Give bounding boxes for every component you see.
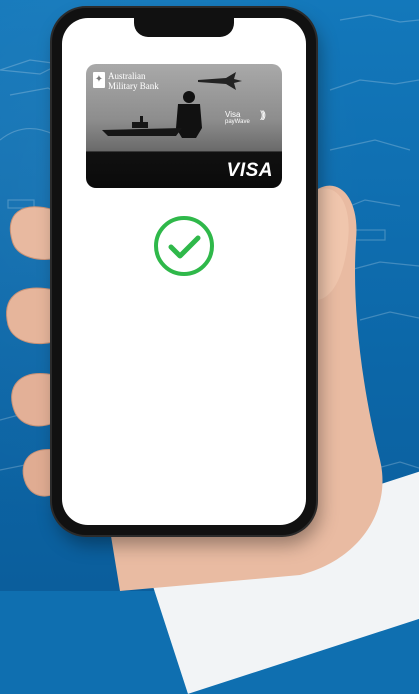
smartphone: ✦ Australian Military Bank Visa payWave … [52,8,316,535]
ship-silhouette-icon [102,116,182,136]
bank-logo-icon: ✦ [93,72,105,88]
contactless-brand: Visa [225,110,241,119]
contactless-wave-icon: ))) [260,110,266,121]
phone-notch [134,18,234,37]
bank-card[interactable]: ✦ Australian Military Bank Visa payWave … [86,64,282,188]
checkmark-circle-icon [154,216,214,276]
phone-screen: ✦ Australian Military Bank Visa payWave … [62,18,306,525]
card-network-logo: VISA [226,160,273,181]
contactless-label: payWave [225,119,250,125]
jet-icon [198,72,242,90]
bank-name: Australian Military Bank [108,71,159,91]
